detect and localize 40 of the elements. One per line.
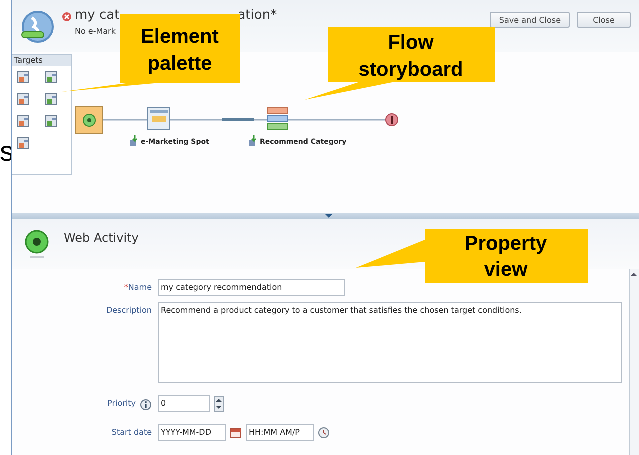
close-button[interactable]: Close bbox=[577, 12, 631, 28]
field-label: Description bbox=[106, 306, 152, 315]
field-label: *Name bbox=[124, 283, 152, 292]
end-node[interactable] bbox=[386, 114, 398, 126]
save-close-button[interactable]: Save and Close bbox=[490, 12, 570, 28]
scrollbar[interactable] bbox=[629, 269, 639, 455]
name-field[interactable]: my category recommendation bbox=[158, 279, 345, 296]
start-node[interactable] bbox=[76, 106, 104, 134]
clock-icon[interactable] bbox=[318, 426, 330, 438]
recommend-node[interactable] bbox=[268, 108, 288, 130]
target-element-icon[interactable] bbox=[44, 69, 60, 85]
target-element-icon[interactable] bbox=[16, 69, 32, 85]
target-element-icon[interactable] bbox=[16, 135, 32, 151]
window-title: my cat bbox=[75, 8, 120, 23]
field-label: Priority bbox=[108, 399, 136, 408]
target-element-icon[interactable] bbox=[16, 113, 32, 129]
target-element-icon[interactable] bbox=[44, 113, 60, 129]
marketing-spot-node[interactable] bbox=[148, 108, 170, 130]
trigger-icon bbox=[249, 134, 257, 146]
spinner-icon[interactable] bbox=[214, 396, 224, 412]
priority-field[interactable]: 0 bbox=[158, 395, 210, 412]
calendar-icon[interactable] bbox=[230, 426, 242, 438]
time-field[interactable]: HH:MM AM/P bbox=[246, 424, 314, 441]
palette-title[interactable]: Targets bbox=[12, 55, 71, 66]
field-label: Start date bbox=[112, 428, 152, 437]
globe-icon bbox=[20, 10, 56, 46]
callout-text: Flow storyboard bbox=[358, 32, 464, 81]
trigger-icon bbox=[130, 134, 138, 146]
target-element-icon[interactable] bbox=[16, 91, 32, 107]
target-element-icon[interactable] bbox=[44, 91, 60, 107]
activity-icon bbox=[24, 229, 50, 259]
date-field[interactable]: YYYY-MM-DD bbox=[158, 424, 226, 441]
window-title: ation* bbox=[238, 8, 278, 23]
error-icon bbox=[62, 12, 72, 22]
description-field[interactable]: Recommend a product category to a customer that satisfies the chosen target conditions. bbox=[158, 302, 622, 383]
connector-line bbox=[103, 119, 148, 121]
info-icon[interactable] bbox=[140, 399, 152, 411]
property-title: Web Activity bbox=[64, 231, 139, 245]
callout-text: Element palette bbox=[141, 26, 219, 75]
callout-text: Property view bbox=[464, 233, 548, 281]
